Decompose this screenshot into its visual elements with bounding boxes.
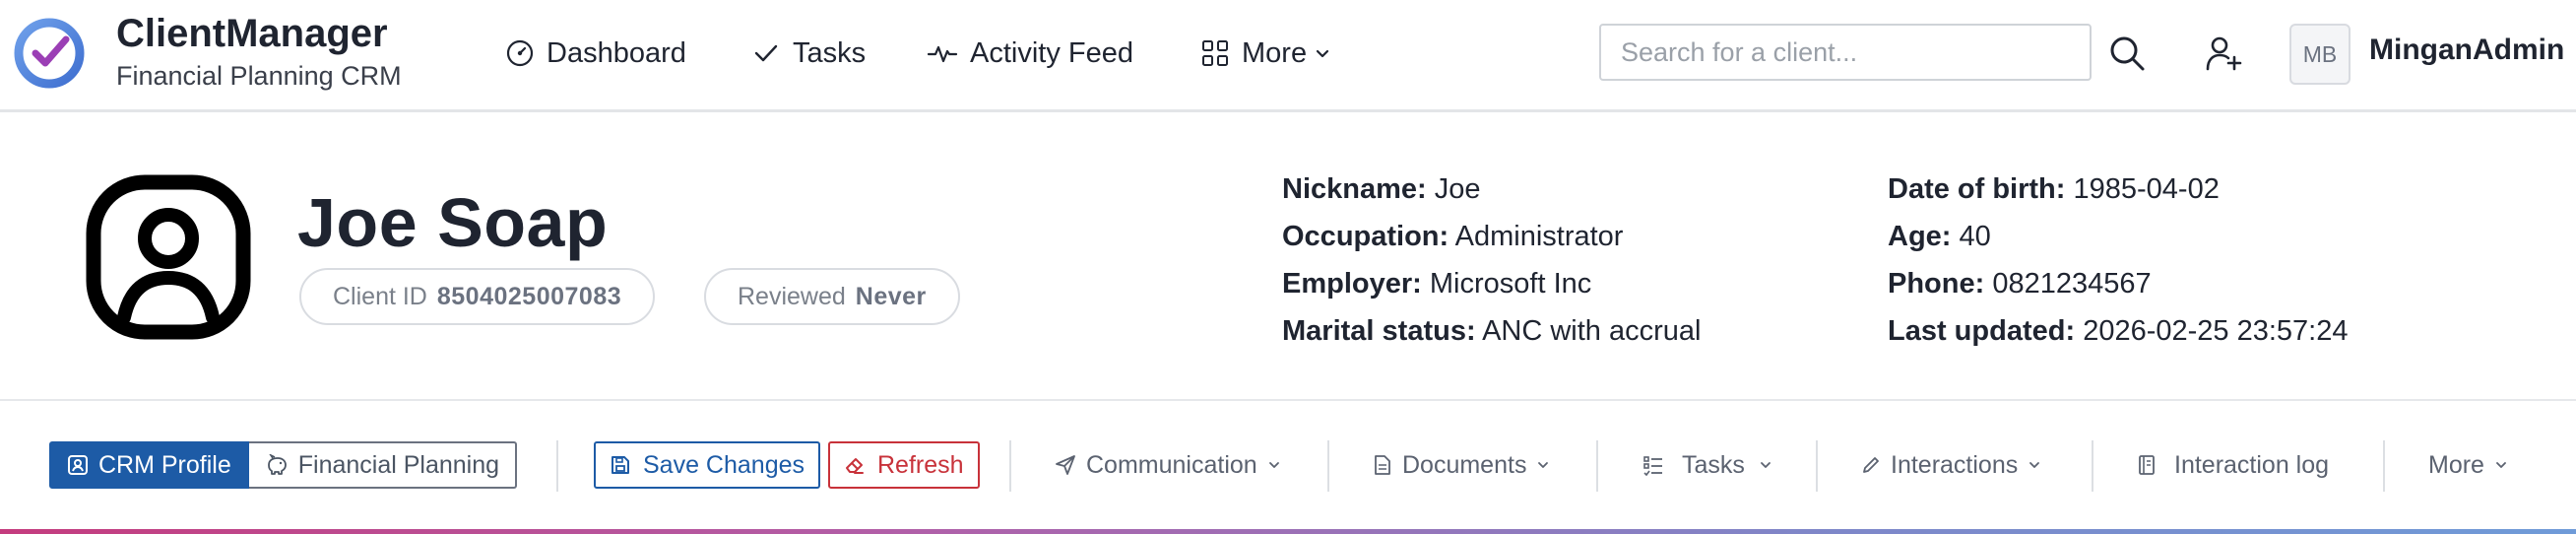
piggy-bank-icon: [265, 454, 289, 476]
tasks-label: Tasks: [1682, 450, 1745, 479]
refresh-label: Refresh: [877, 450, 964, 479]
detail-value: 0821234567: [1992, 268, 2152, 300]
detail-key: Phone:: [1888, 268, 1985, 300]
toolbar-divider: [2092, 440, 2093, 492]
documents-label: Documents: [1402, 450, 1527, 479]
detail-value: 1985-04-02: [2073, 173, 2220, 205]
search-icon[interactable]: [2107, 33, 2147, 73]
nav-more-label: More: [1242, 36, 1308, 69]
detail-value: 40: [1959, 221, 1991, 252]
detail-value: Administrator: [1454, 221, 1624, 252]
detail-value: Microsoft Inc: [1429, 268, 1592, 300]
id-card-icon: [67, 454, 89, 476]
add-user-icon[interactable]: [2204, 33, 2243, 73]
activity-pulse-icon: [927, 38, 958, 68]
chevron-down-icon: [1759, 458, 1772, 472]
check-icon: [751, 38, 781, 68]
toolbar-divider: [1327, 440, 1329, 492]
gradient-divider: [0, 529, 2576, 534]
communication-label: Communication: [1086, 450, 1257, 479]
detail-last-updated: Last updated: 2026-02-25 23:57:24: [1888, 315, 2348, 348]
detail-key: Date of birth:: [1888, 173, 2066, 205]
detail-employer: Employer: Microsoft Inc: [1282, 268, 1591, 300]
documents-menu[interactable]: Documents: [1373, 441, 1550, 489]
tab-crm-profile-label: CRM Profile: [98, 450, 231, 479]
more-actions-label: More: [2428, 450, 2484, 479]
log-book-icon: [2137, 454, 2157, 476]
tab-crm-profile[interactable]: CRM Profile: [49, 441, 249, 489]
detail-marital-status: Marital status: ANC with accrual: [1282, 315, 1701, 348]
toolbar-divider: [1816, 440, 1818, 492]
eraser-icon: [844, 454, 866, 476]
detail-key: Marital status:: [1282, 315, 1476, 347]
client-header: Joe Soap Client ID 8504025007083 Reviewe…: [0, 112, 2576, 401]
nav-tasks[interactable]: Tasks: [751, 32, 866, 75]
nav-dashboard-label: Dashboard: [547, 36, 686, 69]
view-tab-group: CRM Profile Financial Planning: [49, 441, 518, 489]
detail-key: Occupation:: [1282, 221, 1449, 252]
client-id-label: Client ID: [333, 282, 427, 310]
interaction-log-label: Interaction log: [2174, 450, 2330, 479]
client-id-value: 8504025007083: [436, 282, 622, 310]
detail-nickname: Nickname: Joe: [1282, 173, 1481, 206]
save-changes-label: Save Changes: [643, 450, 805, 479]
chevron-down-icon: [2494, 458, 2508, 472]
chevron-down-icon: [1315, 45, 1330, 61]
save-changes-button[interactable]: Save Changes: [594, 441, 821, 489]
detail-value: Joe: [1434, 173, 1481, 205]
detail-age: Age: 40: [1888, 221, 1991, 253]
nav-activity-feed[interactable]: Activity Feed: [927, 32, 1133, 75]
detail-key: Nickname:: [1282, 173, 1427, 205]
dashboard-gauge-icon: [505, 38, 535, 68]
app-subtitle: Financial Planning CRM: [116, 61, 402, 91]
tab-financial-planning[interactable]: Financial Planning: [248, 441, 518, 489]
refresh-button[interactable]: Refresh: [828, 441, 980, 489]
nav-more[interactable]: More: [1200, 32, 1330, 75]
client-portrait-icon: [85, 173, 252, 341]
detail-key: Last updated:: [1888, 315, 2076, 347]
communication-menu[interactable]: Communication: [1055, 441, 1281, 489]
chevron-down-icon: [1267, 458, 1281, 472]
task-list-icon: [1642, 454, 1664, 476]
toolbar-divider: [1009, 440, 1011, 492]
reviewed-value: Never: [855, 282, 927, 310]
document-icon: [1373, 454, 1392, 476]
username-label[interactable]: MinganAdmin: [2369, 33, 2564, 67]
nav-tasks-label: Tasks: [793, 36, 867, 69]
app-title: ClientManager: [116, 12, 388, 55]
toolbar-divider: [556, 440, 558, 492]
detail-key: Age:: [1888, 221, 1952, 252]
interactions-menu[interactable]: Interactions: [1861, 441, 2041, 489]
tasks-menu[interactable]: Tasks: [1642, 441, 1772, 489]
client-action-toolbar: CRM Profile Financial Planning Save Chan…: [0, 401, 2576, 529]
tab-financial-planning-label: Financial Planning: [297, 450, 500, 479]
nav-activity-feed-label: Activity Feed: [970, 36, 1133, 69]
client-search-input[interactable]: [1599, 24, 2092, 81]
chevron-down-icon: [2028, 458, 2041, 472]
save-icon: [610, 454, 631, 476]
detail-value: 2026-02-25 23:57:24: [2083, 315, 2349, 347]
interactions-label: Interactions: [1891, 450, 2019, 479]
more-actions-menu[interactable]: More: [2428, 441, 2508, 489]
chevron-down-icon: [1536, 458, 1550, 472]
reviewed-label: Reviewed: [738, 282, 846, 310]
interaction-log-button[interactable]: Interaction log: [2137, 441, 2329, 489]
toolbar-divider: [2383, 440, 2385, 492]
top-navbar: ClientManager Financial Planning CRM Das…: [0, 0, 2576, 112]
grid-icon: [1200, 38, 1230, 68]
user-avatar[interactable]: MB: [2289, 24, 2351, 85]
client-id-badge: Client ID 8504025007083: [299, 268, 656, 325]
detail-date-of-birth: Date of birth: 1985-04-02: [1888, 173, 2220, 206]
toolbar-divider: [1596, 440, 1598, 492]
pencil-icon: [1861, 455, 1881, 475]
detail-value: ANC with accrual: [1482, 315, 1702, 347]
send-icon: [1055, 454, 1076, 476]
reviewed-badge: Reviewed Never: [704, 268, 960, 325]
client-name: Joe Soap: [297, 184, 609, 261]
detail-key: Employer:: [1282, 268, 1422, 300]
detail-phone: Phone: 0821234567: [1888, 268, 2152, 300]
app-logo-icon[interactable]: [12, 16, 87, 91]
detail-occupation: Occupation: Administrator: [1282, 221, 1623, 253]
nav-dashboard[interactable]: Dashboard: [505, 32, 686, 75]
